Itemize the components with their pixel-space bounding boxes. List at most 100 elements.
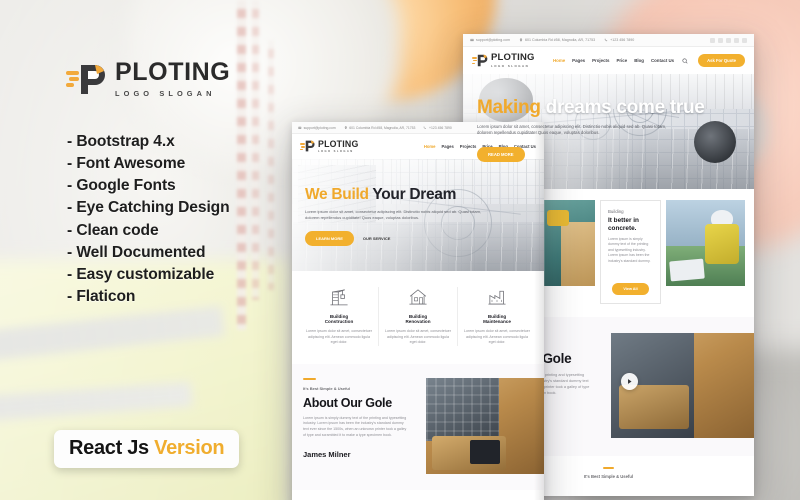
phone-icon [424,126,427,129]
logo-p-monogram [81,65,105,94]
nav-link-pages[interactable]: Pages [572,58,585,63]
react-version-badge: React Js Version [54,430,240,468]
feature-list: - Bootstrap 4.x - Font Awesome - Google … [67,131,230,308]
nav-link-home[interactable]: Home [424,144,436,149]
hero-title-rest: dreams come true [540,97,705,118]
crane-icon [330,289,348,306]
front-about-section: It's Best Simple & Useful About Our Gole… [292,363,544,490]
nav-link-price[interactable]: Price [616,58,627,63]
service-card-building-maintenance[interactable]: Building Maintenance Lorem ipsum dolor s… [458,287,536,346]
back-topbar: support@ploting.com 601 Columbia Rd #58,… [463,34,754,47]
service-card-building-construction[interactable]: Building Construction Lorem ipsum dolor … [300,287,378,346]
feature-item: - Flaticon [67,287,136,305]
logo-name: PLOTING [115,58,231,86]
service-title-line2: Renovation [405,319,431,324]
back-hero-copy: Making dreams come true Lorem ipsum dolo… [477,98,717,162]
note-text: Lorem ipsum is simply dummy text of the … [608,237,651,263]
nav-link-home[interactable]: Home [553,58,565,63]
front-about-photo [426,377,544,474]
front-about-copy: It's Best Simple & Useful About Our Gole… [292,377,421,474]
envelope-icon [470,38,474,42]
topbar-phone[interactable]: +123 456 7890 [423,125,452,130]
play-button[interactable] [621,373,638,390]
topbar-phone[interactable]: +123 456 7890 [604,38,634,42]
topbar-phone-text: +123 456 7890 [429,125,452,130]
front-hero: We Build Your Dream Lorem ipsum dolor si… [292,159,544,271]
logo-name: PLOTING [491,52,535,63]
topbar-address[interactable]: 601 Columbia Rd #58, Magnolia, AR, 71753 [519,38,595,42]
feature-item: - Bootstrap 4.x [67,133,175,150]
logo-p-monogram [305,140,315,152]
nav-link-contact-us[interactable]: Contact Us [651,58,674,63]
topbar-email[interactable]: support@ploting.com [470,38,510,42]
front-hero-title: We Build Your Dream [305,186,535,203]
topbar-email-text: support@ploting.com [303,125,336,130]
about-signature: James Milner [303,450,351,460]
note-heading-line2: concrete. [608,225,637,232]
topbar-email[interactable]: support@ploting.com [298,126,336,130]
back-navbar: PLOTING LOGO SLOGAN Home Pages Projects … [463,47,754,74]
gallery-view-all-button[interactable]: View All [612,283,649,295]
topbar-social-links[interactable] [710,37,747,43]
ask-for-quote-button[interactable]: Ask For Quote [698,54,745,67]
topbar-address-text: 601 Columbia Rd #58, Magnolia, AR, 71753 [525,38,596,42]
nav-link-blog[interactable]: Blog [634,58,644,63]
badge-highlight: Version [154,437,225,459]
screenshot-stage: PLOTING LOGO SLOGAN - Bootstrap 4.x - Fo… [0,0,800,500]
topbar-address-text: 601 Columbia Rd #58, Magnolia, AR, 71753 [349,125,416,130]
front-browser-window[interactable]: support@ploting.com 601 Columbia Rd #58,… [292,122,544,500]
hero-title-gold: We Build [305,186,369,203]
front-services-section: Building Construction Lorem ipsum dolor … [292,271,544,364]
phone-icon [604,38,608,42]
feature-item: - Google Fonts [67,177,176,195]
about-heading: About Our Gole [303,395,392,410]
feature-item: - Clean code [67,221,159,239]
hero-title-gold: Making [477,97,541,118]
map-pin-icon [344,126,347,129]
topbar-email-text: support@ploting.com [476,38,511,42]
factory-icon [488,290,506,305]
nav-link-projects[interactable]: Projects [460,144,477,149]
learn-more-button[interactable]: LEARN MORE [305,231,354,247]
back-nav-logo[interactable]: PLOTING LOGO SLOGAN [472,53,535,68]
logo-slogan: LOGO SLOGAN [115,89,216,98]
back-hero-title: Making dreams come true [477,98,717,118]
nav-link-projects[interactable]: Projects [592,58,609,63]
service-text: Lorem ipsum dolor sit amet, consectetuer… [464,329,530,345]
map-pin-icon [519,38,523,42]
note-heading-line1: It better in [608,217,639,224]
topbar-phone-text: +123 456 7890 [610,38,635,42]
gallery-tile[interactable] [537,200,595,286]
facebook-icon[interactable] [710,37,715,43]
twitter-icon[interactable] [726,37,731,43]
topbar-address[interactable]: 601 Columbia Rd #58, Magnolia, AR, 71753 [344,125,416,130]
feature-item: - Font Awesome [67,155,186,173]
back-hero-paragraph: Lorem ipsum dolor sit amet, consectetur … [477,123,667,136]
search-icon[interactable] [682,57,688,64]
promo-logo: PLOTING LOGO SLOGAN [66,60,230,98]
feature-item: - Easy customizable [67,265,215,283]
play-icon [628,379,632,384]
note-kicker: Building [608,209,624,214]
back-nav-links: Home Pages Projects Price Blog Contact U… [553,54,745,67]
about-paragraph: Lorem ipsum is simply dummy text of the … [303,415,407,437]
gallery-tile[interactable] [666,200,745,286]
back-hero-read-more-button[interactable]: READ MORE [477,146,525,162]
feature-item: - Eye Catching Design [67,199,230,217]
gallery-note-card: Building It better in concrete. Lorem ip… [600,200,661,304]
front-nav-logo[interactable]: PLOTING LOGO SLOGAN [300,140,359,153]
linkedin-icon[interactable] [718,37,723,43]
logo-slogan: LOGO SLOGAN [491,64,530,68]
envelope-icon [298,126,302,129]
our-service-button[interactable]: OUR SERVICE [363,236,391,241]
logo-slogan: LOGO SLOGAN [318,150,354,154]
feature-item: - Well Documented [67,243,206,261]
service-title-line2: Construction [324,319,354,324]
service-text: Lorem ipsum dolor sit amet, consectetuer… [385,329,451,345]
badge-prefix: React Js [69,437,149,459]
front-hero-copy: We Build Your Dream Lorem ipsum dolor si… [305,186,535,247]
nav-link-pages[interactable]: Pages [441,144,453,149]
youtube-icon[interactable] [742,37,747,43]
instagram-icon[interactable] [734,37,739,43]
service-card-building-renovation[interactable]: Building Renovation Lorem ipsum dolor si… [379,287,457,346]
